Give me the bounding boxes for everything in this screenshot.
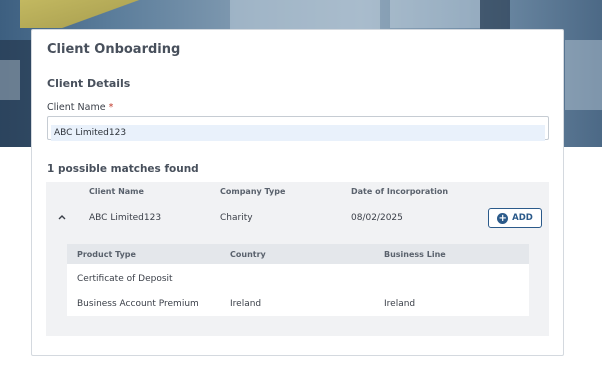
table-row: ABC Limited123 Charity 08/02/2025 + ADD — [46, 202, 549, 234]
column-header-product-type: Product Type — [77, 250, 136, 259]
column-header-country: Country — [230, 250, 266, 259]
date-of-incorporation-cell: 08/02/2025 — [351, 213, 403, 223]
chevron-up-icon[interactable] — [56, 211, 68, 223]
column-header-client-name: Client Name — [89, 187, 144, 196]
column-header-business-line: Business Line — [384, 250, 446, 259]
plus-circle-icon: + — [497, 212, 509, 224]
product-type-cell: Business Account Premium — [77, 299, 199, 309]
section-title: Client Details — [47, 77, 131, 90]
list-item: Certificate of Deposit — [67, 266, 529, 291]
required-marker: * — [108, 102, 114, 113]
country-cell: Ireland — [230, 299, 262, 309]
list-item: Business Account Premium Ireland Ireland — [67, 291, 529, 316]
product-subtable: Product Type Country Business Line Certi… — [67, 244, 529, 316]
matches-title: 1 possible matches found — [47, 163, 199, 175]
business-line-cell: Ireland — [384, 299, 416, 309]
add-button-label: ADD — [512, 213, 533, 223]
page-title: Client Onboarding — [47, 42, 181, 57]
background-accent — [20, 0, 140, 28]
client-name-label-text: Client Name — [47, 102, 106, 113]
client-name-label: Client Name * — [47, 102, 113, 113]
match-results: Client Name Company Type Date of Incorpo… — [46, 182, 549, 336]
product-type-cell: Certificate of Deposit — [77, 274, 173, 284]
client-onboarding-card: Client Onboarding Client Details Client … — [31, 29, 564, 356]
subtable-header: Product Type Country Business Line — [67, 244, 529, 264]
client-name-input[interactable] — [51, 125, 545, 141]
client-name-field[interactable] — [47, 116, 549, 141]
add-button[interactable]: + ADD — [488, 208, 542, 228]
client-name-cell: ABC Limited123 — [89, 213, 162, 223]
company-type-cell: Charity — [220, 213, 253, 223]
column-header-date-of-incorporation: Date of Incorporation — [351, 187, 449, 196]
column-header-company-type: Company Type — [220, 187, 286, 196]
